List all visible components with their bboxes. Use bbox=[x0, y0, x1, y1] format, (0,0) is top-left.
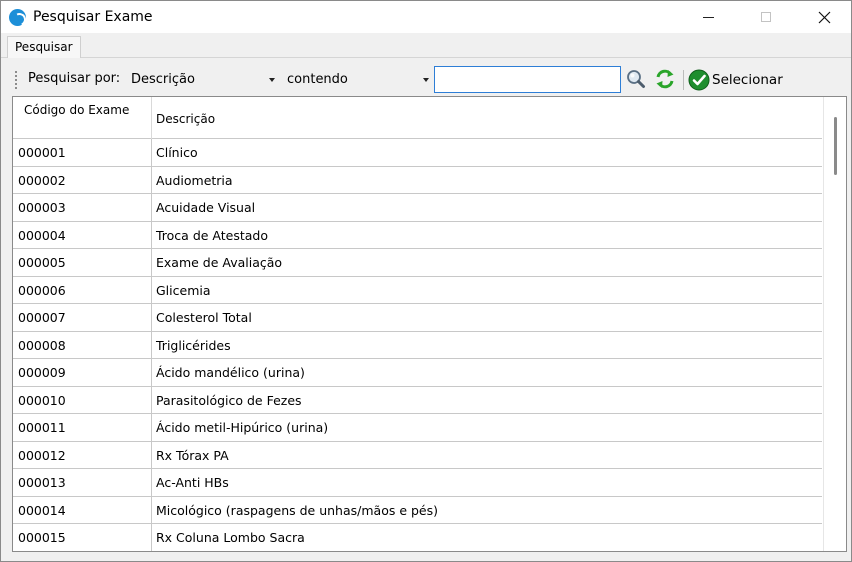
column-header-code[interactable]: Código do Exame bbox=[13, 97, 152, 139]
table-row[interactable]: 000001 Clínico bbox=[13, 139, 822, 167]
maximize-icon bbox=[761, 12, 771, 22]
cell-description: Clínico bbox=[156, 145, 198, 160]
title-bar[interactable]: Pesquisar Exame bbox=[1, 1, 851, 33]
cell-code: 000010 bbox=[13, 386, 152, 414]
column-header-description[interactable]: Descrição bbox=[152, 97, 822, 139]
cell-description: Ácido metil-Hipúrico (urina) bbox=[156, 420, 329, 435]
search-field-value: Descrição bbox=[131, 72, 195, 87]
vertical-scrollbar[interactable] bbox=[823, 97, 846, 551]
table-row[interactable]: 000006 Glicemia bbox=[13, 276, 822, 304]
exam-grid: Código do Exame Descrição 000001 Clínico 0… bbox=[12, 96, 847, 552]
chevron-down-icon bbox=[269, 78, 275, 82]
scrollbar-thumb[interactable] bbox=[834, 117, 837, 175]
minimize-icon bbox=[702, 16, 714, 18]
table-row[interactable]: 000015 Rx Coluna Lombo Sacra bbox=[13, 524, 822, 551]
cell-description: Rx Tórax PA bbox=[156, 447, 229, 463]
cell-code: 000015 bbox=[13, 524, 152, 551]
toolbar-grip[interactable] bbox=[15, 71, 17, 89]
tab-pesquisar[interactable]: Pesquisar bbox=[7, 36, 81, 58]
cell-description: Ac-Anti HBs bbox=[156, 475, 229, 490]
table-row[interactable]: 000004 Troca de Atestado bbox=[13, 221, 822, 249]
search-operator-value: contendo bbox=[287, 72, 348, 87]
table-row[interactable]: 000003 Acuidade Visual bbox=[13, 194, 822, 222]
cell-description: Acuidade Visual bbox=[156, 200, 256, 215]
table-row[interactable]: 000014 Micológico (raspagens de unhas/mão… bbox=[13, 496, 822, 524]
cell-code: 000012 bbox=[13, 441, 152, 469]
cell-code: 000011 bbox=[13, 414, 152, 441]
search-operator-dropdown[interactable]: contendo bbox=[283, 67, 435, 93]
search-icon[interactable] bbox=[626, 69, 646, 89]
minimize-button[interactable] bbox=[685, 1, 731, 33]
table-row[interactable]: 000010 Parasitológico de Fezes bbox=[13, 386, 822, 414]
cell-description: Triglicérides bbox=[156, 337, 231, 353]
cell-description: Micológico (raspagens de unhas/mãos e pé… bbox=[156, 502, 439, 518]
close-button[interactable] bbox=[801, 1, 847, 33]
app-logo-icon bbox=[9, 9, 26, 26]
cell-description: Rx Coluna Lombo Sacra bbox=[156, 530, 305, 545]
table-row[interactable]: 000002 Audiometria bbox=[13, 166, 822, 194]
check-circle-icon bbox=[688, 69, 710, 90]
search-input[interactable] bbox=[434, 66, 621, 93]
cell-code: 000003 bbox=[13, 194, 152, 221]
window-title: Pesquisar Exame bbox=[33, 9, 153, 25]
maximize-button[interactable] bbox=[743, 1, 789, 33]
chevron-down-icon bbox=[423, 78, 429, 82]
cell-code: 000004 bbox=[13, 221, 152, 249]
cell-code: 000008 bbox=[13, 331, 152, 359]
table-row[interactable]: 000009 Ácido mandélico (urina) bbox=[13, 359, 822, 387]
table-row[interactable]: 000013 Ac-Anti HBs bbox=[13, 469, 822, 497]
cell-code: 000002 bbox=[13, 166, 152, 194]
search-exam-window: Pesquisar Exame Pesquisar Pesquisar por:… bbox=[0, 0, 852, 562]
cell-code: 000007 bbox=[13, 304, 152, 331]
toolbar-separator bbox=[683, 70, 684, 90]
table-row[interactable]: 000011 Ácido metil-Hipúrico (urina) bbox=[13, 414, 822, 442]
search-toolbar: Pesquisar por: Descrição contendo Seleci… bbox=[9, 64, 847, 95]
cell-description: Ácido mandélico (urina) bbox=[156, 365, 305, 380]
table-row[interactable]: 000005 Exame de Avaliação bbox=[13, 249, 822, 277]
cell-description: Glicemia bbox=[156, 282, 211, 298]
table-row[interactable]: 000007 Colesterol Total bbox=[13, 304, 822, 332]
cell-description: Audiometria bbox=[156, 172, 233, 188]
search-field-dropdown[interactable]: Descrição bbox=[127, 67, 281, 93]
select-button-label: Selecionar bbox=[712, 71, 783, 88]
tab-strip: Pesquisar bbox=[1, 33, 851, 58]
cell-description: Exame de Avaliação bbox=[156, 255, 283, 270]
cell-description: Colesterol Total bbox=[156, 310, 252, 325]
cell-code: 000009 bbox=[13, 359, 152, 386]
grid-rows: 000001 Clínico 000002 Audiometria 000003 Acui… bbox=[13, 139, 822, 551]
refresh-icon[interactable] bbox=[654, 68, 676, 90]
cell-code: 000014 bbox=[13, 496, 152, 524]
cell-code: 000006 bbox=[13, 276, 152, 304]
cell-description: Parasitológico de Fezes bbox=[156, 392, 302, 408]
table-row[interactable]: 000008 Triglicérides bbox=[13, 331, 822, 359]
search-by-label: Pesquisar por: bbox=[28, 71, 121, 86]
table-row[interactable]: 000012 Rx Tórax PA bbox=[13, 441, 822, 469]
close-icon bbox=[818, 11, 830, 23]
grid-header: Código do Exame Descrição bbox=[13, 97, 822, 139]
cell-code: 000005 bbox=[13, 249, 152, 276]
cell-code: 000001 bbox=[13, 139, 152, 166]
cell-code: 000013 bbox=[13, 469, 152, 496]
select-button[interactable]: Selecionar bbox=[688, 67, 783, 92]
cell-description: Troca de Atestado bbox=[156, 227, 268, 243]
